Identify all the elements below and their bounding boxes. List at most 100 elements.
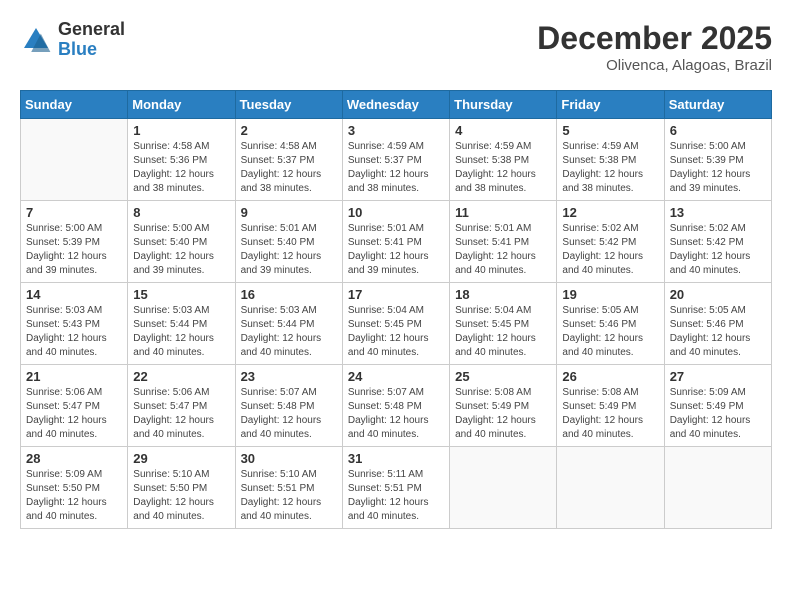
day-info: Sunrise: 4:59 AM Sunset: 5:37 PM Dayligh… (348, 140, 444, 196)
calendar-day-cell: 11 Sunrise: 5:01 AM Sunset: 5:41 PM Dayli… (450, 201, 557, 283)
day-number: 19 (562, 287, 658, 302)
calendar-day-cell: 14 Sunrise: 5:03 AM Sunset: 5:43 PM Dayli… (21, 283, 128, 365)
calendar-day-cell: 15 Sunrise: 5:03 AM Sunset: 5:44 PM Dayli… (128, 283, 235, 365)
day-info: Sunrise: 5:10 AM Sunset: 5:51 PM Dayligh… (241, 468, 337, 524)
calendar-day-cell: 28 Sunrise: 5:09 AM Sunset: 5:50 PM Dayli… (21, 447, 128, 529)
day-number: 14 (26, 287, 122, 302)
month-year-title: December 2025 (537, 20, 772, 57)
day-number: 28 (26, 451, 122, 466)
calendar-day-cell: 8Sunrise: 5:00 AM Sunset: 5:40 PM Daylig… (128, 201, 235, 283)
calendar-day-cell: 25 Sunrise: 5:08 AM Sunset: 5:49 PM Dayli… (450, 365, 557, 447)
calendar-day-cell: 17 Sunrise: 5:04 AM Sunset: 5:45 PM Dayli… (342, 283, 449, 365)
day-info: Sunrise: 5:07 AM Sunset: 5:48 PM Dayligh… (241, 386, 337, 442)
day-number: 27 (670, 369, 766, 384)
day-number: 7 (26, 205, 122, 220)
calendar-day-cell: 5Sunrise: 4:59 AM Sunset: 5:38 PM Daylig… (557, 119, 664, 201)
calendar-header-row: SundayMondayTuesdayWednesdayThursdayFrid… (21, 91, 772, 119)
day-info: Sunrise: 5:08 AM Sunset: 5:49 PM Dayligh… (562, 386, 658, 442)
day-number: 4 (455, 123, 551, 138)
day-number: 30 (241, 451, 337, 466)
calendar-week-row: 7 Sunrise: 5:00 AM Sunset: 5:39 PM Daylig… (21, 201, 772, 283)
day-number: 11 (455, 205, 551, 220)
calendar-day-cell (450, 447, 557, 529)
day-number: 5 (562, 123, 658, 138)
day-info: Sunrise: 4:59 AM Sunset: 5:38 PM Dayligh… (455, 140, 551, 196)
calendar-day-cell: 22 Sunrise: 5:06 AM Sunset: 5:47 PM Dayli… (128, 365, 235, 447)
day-info: Sunrise: 5:03 AM Sunset: 5:44 PM Dayligh… (133, 304, 229, 360)
calendar-day-cell: 13 Sunrise: 5:02 AM Sunset: 5:42 PM Dayli… (664, 201, 771, 283)
calendar-day-cell: 7 Sunrise: 5:00 AM Sunset: 5:39 PM Daylig… (21, 201, 128, 283)
day-info: Sunrise: 5:04 AM Sunset: 5:45 PM Dayligh… (455, 304, 551, 360)
day-number: 13 (670, 205, 766, 220)
day-number: 22 (133, 369, 229, 384)
day-number: 3 (348, 123, 444, 138)
calendar-table: SundayMondayTuesdayWednesdayThursdayFrid… (20, 90, 772, 529)
day-info: Sunrise: 5:03 AM Sunset: 5:44 PM Dayligh… (241, 304, 337, 360)
calendar-day-cell: 26 Sunrise: 5:08 AM Sunset: 5:49 PM Dayli… (557, 365, 664, 447)
day-info: Sunrise: 5:07 AM Sunset: 5:48 PM Dayligh… (348, 386, 444, 442)
calendar-day-header: Wednesday (342, 91, 449, 119)
day-number: 12 (562, 205, 658, 220)
day-number: 16 (241, 287, 337, 302)
day-number: 26 (562, 369, 658, 384)
day-info: Sunrise: 4:58 AM Sunset: 5:37 PM Dayligh… (241, 140, 337, 196)
day-info: Sunrise: 5:09 AM Sunset: 5:50 PM Dayligh… (26, 468, 122, 524)
day-info: Sunrise: 5:01 AM Sunset: 5:41 PM Dayligh… (348, 222, 444, 278)
day-number: 10 (348, 205, 444, 220)
calendar-week-row: 21 Sunrise: 5:06 AM Sunset: 5:47 PM Dayli… (21, 365, 772, 447)
calendar-day-header: Monday (128, 91, 235, 119)
day-number: 20 (670, 287, 766, 302)
logo: General Blue (20, 20, 125, 60)
logo-icon (20, 24, 52, 56)
calendar-day-cell: 24Sunrise: 5:07 AM Sunset: 5:48 PM Dayli… (342, 365, 449, 447)
day-info: Sunrise: 5:06 AM Sunset: 5:47 PM Dayligh… (133, 386, 229, 442)
calendar-day-header: Sunday (21, 91, 128, 119)
day-number: 21 (26, 369, 122, 384)
calendar-day-cell: 20Sunrise: 5:05 AM Sunset: 5:46 PM Dayli… (664, 283, 771, 365)
day-info: Sunrise: 5:11 AM Sunset: 5:51 PM Dayligh… (348, 468, 444, 524)
calendar-day-header: Thursday (450, 91, 557, 119)
day-number: 6 (670, 123, 766, 138)
calendar-day-cell: 12Sunrise: 5:02 AM Sunset: 5:42 PM Dayli… (557, 201, 664, 283)
calendar-day-cell: 31Sunrise: 5:11 AM Sunset: 5:51 PM Dayli… (342, 447, 449, 529)
day-number: 25 (455, 369, 551, 384)
calendar-day-cell: 2 Sunrise: 4:58 AM Sunset: 5:37 PM Daylig… (235, 119, 342, 201)
day-info: Sunrise: 5:10 AM Sunset: 5:50 PM Dayligh… (133, 468, 229, 524)
title-block: December 2025 Olivenca, Alagoas, Brazil (537, 20, 772, 74)
day-number: 15 (133, 287, 229, 302)
day-info: Sunrise: 5:09 AM Sunset: 5:49 PM Dayligh… (670, 386, 766, 442)
day-number: 29 (133, 451, 229, 466)
day-info: Sunrise: 5:02 AM Sunset: 5:42 PM Dayligh… (670, 222, 766, 278)
location-subtitle: Olivenca, Alagoas, Brazil (537, 57, 772, 74)
day-number: 9 (241, 205, 337, 220)
calendar-day-cell: 9 Sunrise: 5:01 AM Sunset: 5:40 PM Daylig… (235, 201, 342, 283)
day-number: 1 (133, 123, 229, 138)
calendar-day-cell (664, 447, 771, 529)
calendar-week-row: 28 Sunrise: 5:09 AM Sunset: 5:50 PM Dayli… (21, 447, 772, 529)
day-info: Sunrise: 5:00 AM Sunset: 5:39 PM Dayligh… (26, 222, 122, 278)
day-info: Sunrise: 5:00 AM Sunset: 5:39 PM Dayligh… (670, 140, 766, 196)
calendar-day-cell: 29 Sunrise: 5:10 AM Sunset: 5:50 PM Dayli… (128, 447, 235, 529)
day-number: 23 (241, 369, 337, 384)
calendar-day-cell: 27 Sunrise: 5:09 AM Sunset: 5:49 PM Dayli… (664, 365, 771, 447)
day-info: Sunrise: 5:08 AM Sunset: 5:49 PM Dayligh… (455, 386, 551, 442)
day-info: Sunrise: 5:03 AM Sunset: 5:43 PM Dayligh… (26, 304, 122, 360)
calendar-day-cell (21, 119, 128, 201)
day-info: Sunrise: 5:01 AM Sunset: 5:41 PM Dayligh… (455, 222, 551, 278)
calendar-day-cell: 6 Sunrise: 5:00 AM Sunset: 5:39 PM Daylig… (664, 119, 771, 201)
day-info: Sunrise: 5:06 AM Sunset: 5:47 PM Dayligh… (26, 386, 122, 442)
day-number: 2 (241, 123, 337, 138)
day-info: Sunrise: 5:01 AM Sunset: 5:40 PM Dayligh… (241, 222, 337, 278)
calendar-day-header: Saturday (664, 91, 771, 119)
day-info: Sunrise: 4:58 AM Sunset: 5:36 PM Dayligh… (133, 140, 229, 196)
logo-general-text: General (58, 20, 125, 40)
calendar-week-row: 1 Sunrise: 4:58 AM Sunset: 5:36 PM Daylig… (21, 119, 772, 201)
calendar-day-cell: 19Sunrise: 5:05 AM Sunset: 5:46 PM Dayli… (557, 283, 664, 365)
day-number: 17 (348, 287, 444, 302)
day-info: Sunrise: 5:04 AM Sunset: 5:45 PM Dayligh… (348, 304, 444, 360)
logo-blue-text: Blue (58, 40, 125, 60)
calendar-day-cell: 16 Sunrise: 5:03 AM Sunset: 5:44 PM Dayli… (235, 283, 342, 365)
calendar-day-cell: 3 Sunrise: 4:59 AM Sunset: 5:37 PM Daylig… (342, 119, 449, 201)
calendar-day-cell: 23 Sunrise: 5:07 AM Sunset: 5:48 PM Dayli… (235, 365, 342, 447)
calendar-day-cell: 30 Sunrise: 5:10 AM Sunset: 5:51 PM Dayli… (235, 447, 342, 529)
